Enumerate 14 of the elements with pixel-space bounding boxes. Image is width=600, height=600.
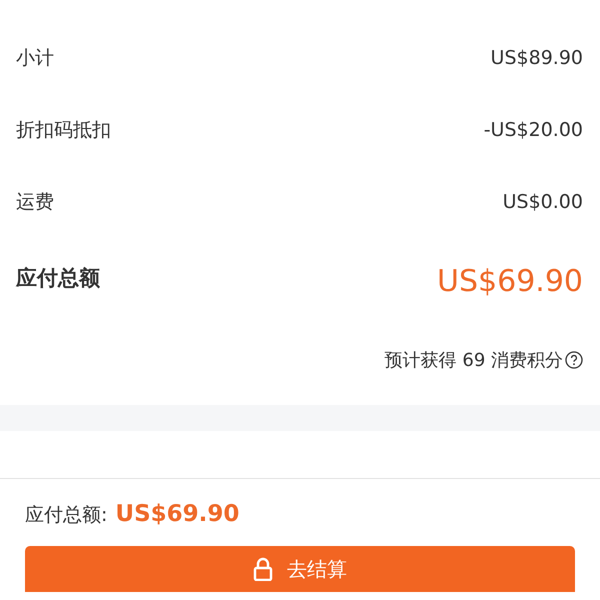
checkout-total-amount: US$69.90 [115, 501, 240, 527]
checkout-button[interactable]: 去结算 [25, 546, 575, 592]
summary-amount: -US$20.00 [484, 119, 583, 141]
help-icon[interactable] [565, 351, 583, 369]
summary-label: 运费 [16, 190, 54, 215]
summary-amount: US$0.00 [502, 191, 583, 213]
checkout-total-label: 应付总额: [25, 503, 108, 528]
summary-label: 小计 [16, 46, 54, 71]
points-note: 预计获得 69 消费积分 [384, 349, 563, 372]
summary-label: 折扣码抵扣 [16, 118, 111, 143]
total-amount: US$69.90 [437, 264, 583, 299]
summary-amount: US$89.90 [490, 47, 583, 69]
lock-icon [253, 557, 273, 581]
total-label: 应付总额 [16, 265, 100, 292]
